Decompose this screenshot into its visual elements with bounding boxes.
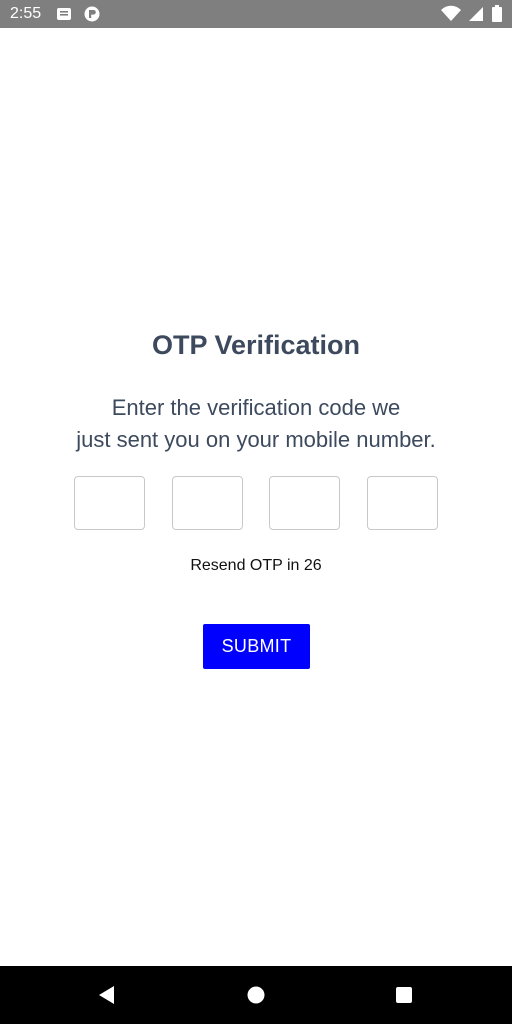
- otp-input-row: [74, 476, 438, 530]
- status-right-icons: [441, 5, 502, 23]
- signal-icon: [468, 7, 483, 21]
- back-icon[interactable]: [97, 985, 117, 1005]
- wifi-icon: [441, 5, 462, 21]
- otp-instruction: Enter the verification code we just sent…: [40, 392, 472, 456]
- resend-otp-countdown: Resend OTP in 26: [190, 557, 322, 574]
- status-left-icons: [56, 6, 102, 22]
- otp-digit-3-input[interactable]: [269, 476, 340, 530]
- otp-digit-1-input[interactable]: [74, 476, 145, 530]
- otp-instruction-line-2: just sent you on your mobile number.: [76, 427, 436, 452]
- navigation-bar: [0, 966, 512, 1024]
- app-notification-icon: [84, 6, 100, 22]
- status-bar: 2:55: [0, 0, 512, 28]
- battery-icon: [492, 5, 502, 22]
- home-icon[interactable]: [246, 985, 266, 1005]
- recents-icon[interactable]: [394, 985, 414, 1005]
- otp-digit-4-input[interactable]: [367, 476, 438, 530]
- otp-screen: OTP Verification Enter the verification …: [0, 28, 512, 966]
- status-time: 2:55: [10, 5, 42, 22]
- submit-button[interactable]: SUBMIT: [203, 624, 310, 669]
- message-notification-icon: [57, 8, 71, 20]
- page-title: OTP Verification: [151, 330, 361, 360]
- otp-instruction-line-1: Enter the verification code we: [111, 395, 401, 420]
- otp-digit-2-input[interactable]: [172, 476, 243, 530]
